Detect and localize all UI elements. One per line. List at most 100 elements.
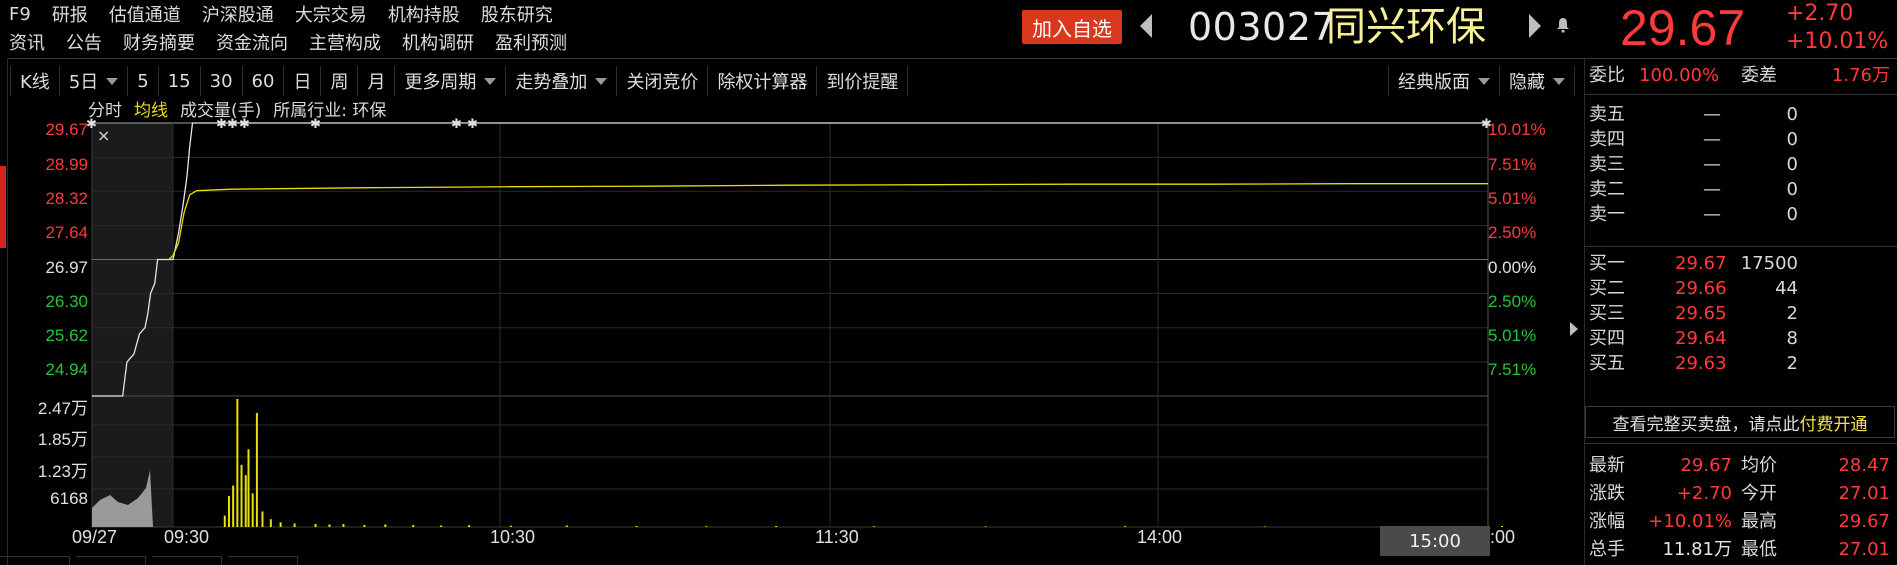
volume-bar [244,475,247,527]
weibi-label: 委比 [1589,65,1625,86]
premarket-shade [92,123,173,527]
pct-tick: 5.01% [1488,189,1537,208]
stat-label: 今开 [1741,483,1777,504]
stat-value: 11.81万 [1662,539,1732,560]
level-label: 卖一 [1589,204,1625,225]
pct-tick: 0.00% [1488,258,1537,277]
volume-bar [251,493,254,527]
volume-bar [279,522,282,527]
stat-row: 总手 11.81万 最低 27.01 [1585,535,1897,565]
x-tick: 11:30 [815,527,859,547]
volume-bar [468,525,471,527]
pct-tick: 7.51% [1488,360,1537,379]
order-book-panel: 委比 100.00% 委差 1.76万 卖五 — 0 卖四 — 0 卖三 — 0… [1584,58,1897,565]
stat-value: +10.01% [1648,511,1732,532]
price-tick: 28.32 [45,189,88,208]
level-volume: 0 [1786,204,1798,225]
event-marker-icon: ✱ [239,117,250,132]
volume-bar [1263,526,1266,527]
bottom-tab[interactable] [0,556,70,565]
stat-value: 27.01 [1838,483,1890,504]
event-marker-icon: ✱ [467,117,478,132]
stat-label: 最低 [1741,539,1777,560]
stat-row: 涨幅 +10.01% 最高 29.67 [1585,507,1897,537]
x-tick-partial: :00 [1490,527,1516,547]
event-marker-icon: ✱ [227,117,238,132]
pct-tick: 7.51% [1488,155,1537,174]
volume-bar [1124,526,1127,527]
volume-bar [440,525,443,527]
stat-label: 最高 [1741,511,1777,532]
bottom-tab[interactable] [228,556,298,565]
stat-row: 最新 29.67 均价 28.47 [1585,451,1897,481]
stat-label: 涨幅 [1589,511,1625,532]
bottom-tab[interactable] [76,556,146,565]
volume-bar [342,523,345,527]
volume-tick: 1.23万 [37,462,88,481]
volume-bar [227,495,230,527]
buy-level-row[interactable]: 买五 29.63 2 [1585,349,1897,379]
sell-level-row[interactable]: 卖一 — 0 [1585,200,1897,230]
x-tick: 10:30 [490,527,536,547]
average-line [168,183,1488,260]
volume-bar [269,519,272,527]
volume-tick: 1.85万 [37,430,88,449]
x-tick-date: 09/27 [72,527,118,547]
volume-bar [328,524,331,527]
volume-bar [635,525,638,527]
paid-link[interactable]: 付费开通 [1800,410,1868,435]
pct-tick: 2.50% [1488,223,1537,242]
price-tick: 25.62 [45,326,88,345]
volume-bar [412,524,415,527]
event-marker-icon: ✱ [451,117,462,132]
volume-bar [232,485,235,527]
divider [1585,94,1897,95]
volume-bar [872,526,875,527]
price-tick: 29.67 [45,120,88,139]
divider [1585,443,1897,444]
stat-label: 最新 [1589,455,1625,476]
stat-row: 涨跌 +2.70 今开 27.01 [1585,479,1897,509]
stat-value: 27.01 [1838,539,1890,560]
volume-bar [223,515,226,527]
price-tick: 26.30 [45,292,88,311]
full-book-text: 查看完整买卖盘，请点此 [1612,414,1800,435]
stat-value: 28.47 [1838,455,1890,476]
event-marker-icon: ✱ [310,117,321,132]
volume-tick: 2.47万 [37,399,88,418]
volume-bar [363,524,366,527]
bottom-tab[interactable] [152,556,222,565]
collapse-panel-icon[interactable] [1570,322,1578,336]
volume-bar [314,523,317,527]
volume-bar [705,526,708,527]
price-tick: 24.94 [45,360,88,379]
price-tick: 28.99 [45,155,88,174]
volume-bar [565,525,568,527]
volume-bar [247,449,250,527]
price-tick: 27.64 [45,223,88,242]
stat-value: +2.70 [1676,483,1732,504]
volume-bar [384,524,387,527]
weicha-label: 委差 [1741,65,1777,86]
stat-value: 29.67 [1680,455,1732,476]
volume-bar [293,523,296,527]
pct-tick: 2.50% [1488,292,1537,311]
weibi-row: 委比 100.00% 委差 1.76万 [1585,61,1897,91]
volume-bar [255,412,258,527]
volume-bar [984,526,987,527]
weibi-value: 100.00% [1639,65,1720,86]
volume-bar [775,525,778,527]
stat-label: 均价 [1741,455,1777,476]
close-icon: × [97,126,110,145]
volume-bar [240,464,243,527]
volume-bar [236,399,239,527]
x-tick: 09:30 [164,527,210,547]
divider [1585,246,1897,247]
stat-label: 涨跌 [1589,483,1625,504]
event-marker-icon: ✱ [216,117,227,132]
volume-bar [261,511,264,527]
full-book-button[interactable]: 查看完整买卖盘，请点此 付费开通 [1585,406,1895,438]
price-tick: 26.97 [45,258,88,277]
pct-tick: 10.01% [1488,120,1546,139]
stat-value: 29.67 [1838,511,1890,532]
